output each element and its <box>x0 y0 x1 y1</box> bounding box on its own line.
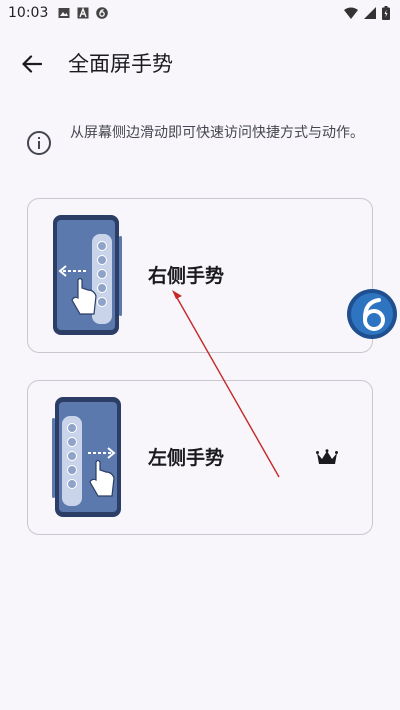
option-label: 右侧手势 <box>148 265 225 287</box>
right-gesture-option[interactable]: 右侧手势 <box>27 198 373 353</box>
phone-right-gesture-icon <box>53 215 122 335</box>
crown-icon <box>316 449 338 464</box>
status-notification-icons <box>58 7 108 19</box>
status-time: 10:03 <box>8 5 49 21</box>
image-icon <box>58 8 70 18</box>
cellular-icon <box>364 7 376 19</box>
app-bar: 全面屏手势 <box>0 36 400 92</box>
six-badge-icon <box>96 7 108 19</box>
option-label: 左侧手势 <box>148 447 225 469</box>
floating-six-badge-icon[interactable] <box>346 288 398 340</box>
phone-left-gesture-icon <box>52 397 121 517</box>
info-text: 从屏幕侧边滑动即可快速访问快捷方式与动作。 <box>70 125 364 141</box>
back-button[interactable] <box>16 48 48 80</box>
info-icon <box>27 131 51 155</box>
page-title: 全面屏手势 <box>68 52 173 76</box>
annotation-arrow <box>172 290 280 478</box>
status-bar: 10:03 <box>0 0 400 28</box>
a-letter-icon <box>77 7 89 19</box>
wifi-icon <box>344 7 358 19</box>
status-system-icons <box>344 6 390 20</box>
left-gesture-option[interactable]: 左侧手势 <box>27 380 373 535</box>
battery-icon <box>382 6 390 20</box>
arrow-back-icon <box>22 55 42 73</box>
